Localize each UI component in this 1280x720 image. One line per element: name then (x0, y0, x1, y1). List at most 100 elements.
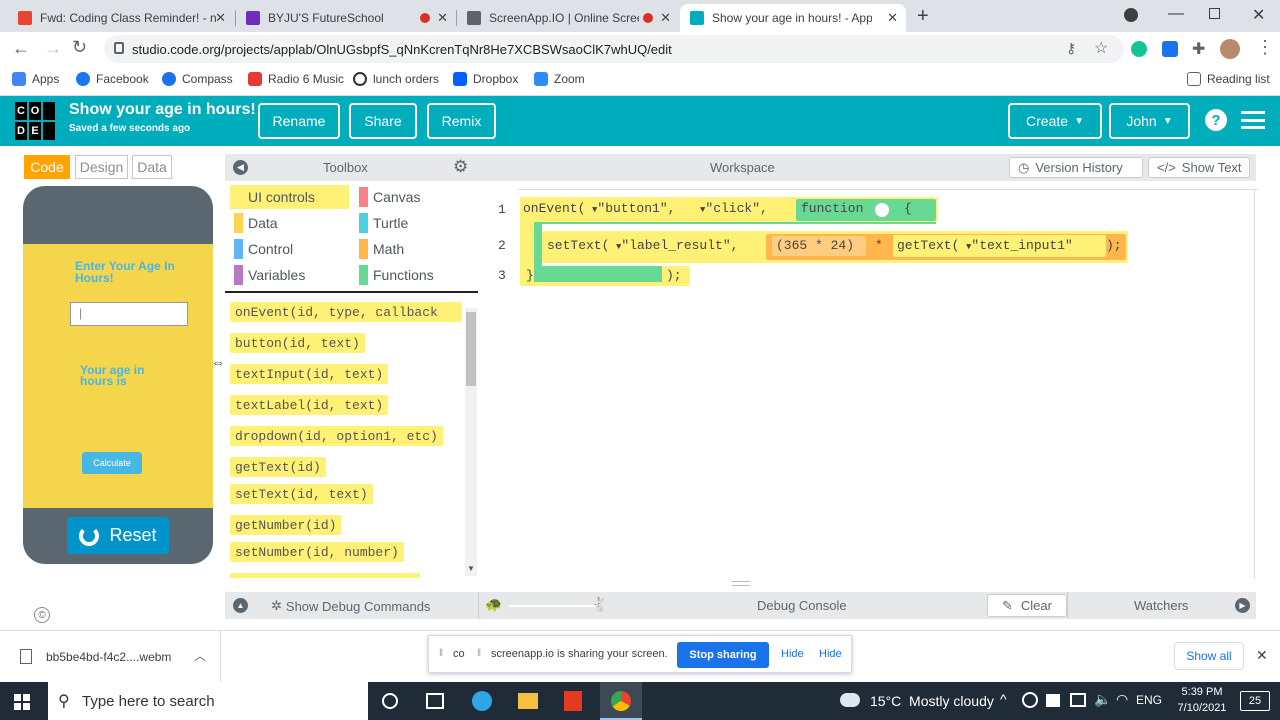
display-icon[interactable] (1070, 693, 1086, 707)
close-window-icon[interactable]: ✕ (1252, 5, 1265, 25)
block-textinput[interactable]: textInput(id, text) (230, 364, 389, 384)
cortana-icon[interactable] (382, 693, 398, 709)
tab-applab[interactable]: Show your age in hours! - App La ✕ (680, 4, 906, 32)
bookmark-radio[interactable]: Radio 6 Music (248, 72, 344, 86)
category-control[interactable]: Control (234, 236, 293, 262)
office-icon[interactable] (564, 691, 582, 711)
toolbox-scrollbar[interactable]: ▼ (465, 308, 477, 576)
share-button[interactable]: Share (349, 103, 417, 139)
clock-date[interactable]: 7/10/2021 (1172, 702, 1232, 714)
label-result-arg[interactable]: ▼"label_result", (616, 238, 738, 253)
show-debug-commands[interactable]: ✲ Show Debug Commands (271, 598, 430, 614)
block-button[interactable]: button(id, text) (230, 333, 365, 353)
chevron-up-icon[interactable]: ^ (1000, 691, 1007, 707)
bookmark-apps[interactable]: Apps (12, 72, 59, 86)
menu-dots-icon[interactable]: ⋮ (1256, 37, 1274, 58)
wifi-icon[interactable]: ◠ (1116, 691, 1128, 708)
user-menu-button[interactable]: John ▼ (1109, 103, 1190, 139)
block-onevent[interactable]: onEvent(id, type, callback (230, 302, 462, 322)
windows-start-icon[interactable] (14, 694, 30, 710)
reload-icon[interactable]: ↻ (72, 37, 87, 58)
drag-handle-icon[interactable]: ‖ (439, 648, 443, 659)
edge-icon[interactable] (472, 691, 492, 711)
close-download-bar-icon[interactable]: ✕ (1256, 647, 1268, 664)
close-tab-icon[interactable]: ✕ (215, 10, 226, 26)
chevron-up-icon[interactable]: ︿ (194, 647, 206, 664)
tab-byjus[interactable]: BYJU'S FutureSchool ✕ (236, 4, 456, 32)
new-tab-icon[interactable]: + (917, 5, 929, 28)
bookmark-star-icon[interactable]: ☆ (1094, 38, 1108, 58)
block-getnumber[interactable]: getNumber(id) (230, 515, 342, 535)
minimize-icon[interactable]: — (1168, 5, 1184, 23)
category-functions[interactable]: Functions (359, 262, 434, 288)
collapse-toolbox-icon[interactable]: ◀ (233, 160, 248, 175)
hide-button[interactable]: Hide (781, 648, 804, 660)
taskbar-search-box[interactable]: ⚲ Type here to search (48, 682, 368, 720)
tab-gmail[interactable]: Fwd: Coding Class Reminder! - n ✕ (8, 4, 234, 32)
system-tray-icon[interactable] (1022, 692, 1038, 708)
resize-handle-icon[interactable]: ⇔ (211, 354, 225, 370)
close-tab-icon[interactable]: ✕ (660, 10, 671, 26)
show-all-button[interactable]: Show all (1174, 642, 1244, 670)
close-tab-icon[interactable]: ✕ (437, 10, 448, 26)
maximize-icon[interactable] (1209, 8, 1220, 19)
speed-slider[interactable] (509, 605, 599, 607)
back-icon[interactable]: ← (12, 38, 30, 59)
category-variables[interactable]: Variables (234, 262, 305, 288)
block-textlabel[interactable]: textLabel(id, text) (230, 395, 389, 415)
volume-icon[interactable]: 🔈 (1094, 691, 1111, 708)
hide-button-2[interactable]: Hide (819, 648, 842, 660)
clear-button[interactable]: ✎ Clear (987, 594, 1067, 617)
grammarly-icon[interactable] (1131, 41, 1147, 57)
chrome-taskbar-button[interactable] (600, 682, 642, 720)
click-arg[interactable]: ▼"click", (700, 201, 768, 216)
version-history-button[interactable]: ◷ Version History (1009, 157, 1143, 178)
bookmark-zoom[interactable]: Zoom (534, 72, 585, 86)
task-view-icon[interactable] (426, 693, 444, 709)
button1-arg[interactable]: ▼"button1", (592, 201, 675, 216)
key-icon[interactable]: ⚷ (1066, 40, 1076, 57)
drag-handle-icon[interactable]: ‖ (477, 648, 481, 659)
calculate-button[interactable]: Calculate (82, 452, 142, 474)
battery-icon[interactable] (1046, 694, 1060, 707)
block-dropdown[interactable]: dropdown(id, option1, etc) (230, 426, 443, 446)
design-mode-button[interactable]: Design (75, 155, 128, 179)
forward-icon[interactable]: → (44, 38, 62, 59)
category-turtle[interactable]: Turtle (359, 210, 408, 236)
download-filename[interactable]: bb5be4bd-f4c2....webm (46, 650, 171, 664)
extension-icon[interactable] (1162, 41, 1178, 57)
category-math[interactable]: Math (359, 236, 404, 262)
reading-list[interactable]: Reading list (1187, 72, 1270, 86)
create-button[interactable]: Create ▼ (1008, 103, 1102, 139)
age-input[interactable]: | (70, 302, 188, 326)
expand-watchers-icon[interactable]: ▶ (1235, 598, 1250, 613)
resize-grip-icon[interactable] (732, 581, 750, 586)
category-ui-controls[interactable]: UI controls (234, 184, 315, 210)
hamburger-menu-icon[interactable] (1241, 111, 1265, 129)
weather-text[interactable]: 15°C Mostly cloudy (870, 693, 994, 709)
bookmark-facebook[interactable]: Facebook (76, 72, 149, 86)
address-bar[interactable]: studio.code.org/projects/applab/OlnUGsbp… (104, 35, 1124, 63)
help-icon[interactable]: ? (1205, 109, 1227, 131)
avatar[interactable] (1220, 39, 1240, 59)
clock-time[interactable]: 5:39 PM (1172, 686, 1232, 698)
param-slot[interactable] (875, 203, 889, 217)
puzzle-icon[interactable]: ✚ (1192, 39, 1205, 59)
gear-icon[interactable]: ⚙ (453, 157, 468, 177)
show-text-button[interactable]: </> Show Text (1148, 157, 1250, 178)
tab-search-icon[interactable] (1124, 8, 1138, 22)
reset-button[interactable]: Reset (67, 517, 169, 554)
rename-button[interactable]: Rename (258, 103, 340, 139)
block-settext[interactable]: setText(id, text) (230, 484, 373, 504)
data-mode-button[interactable]: Data (132, 155, 172, 179)
code-org-logo[interactable]: C O D E (14, 101, 56, 141)
block-setnumber[interactable]: setNumber(id, number) (230, 542, 404, 562)
language-indicator[interactable]: ENG (1136, 693, 1162, 707)
notification-center-icon[interactable]: 25 (1240, 691, 1270, 711)
bookmark-dropbox[interactable]: Dropbox (453, 72, 518, 86)
bookmark-lunch[interactable]: lunch orders (353, 72, 439, 86)
file-explorer-icon[interactable] (518, 693, 538, 709)
block-gettext[interactable]: getText(id) (230, 457, 326, 477)
bookmark-compass[interactable]: Compass (162, 72, 233, 86)
copyright-icon[interactable]: © (34, 607, 50, 623)
